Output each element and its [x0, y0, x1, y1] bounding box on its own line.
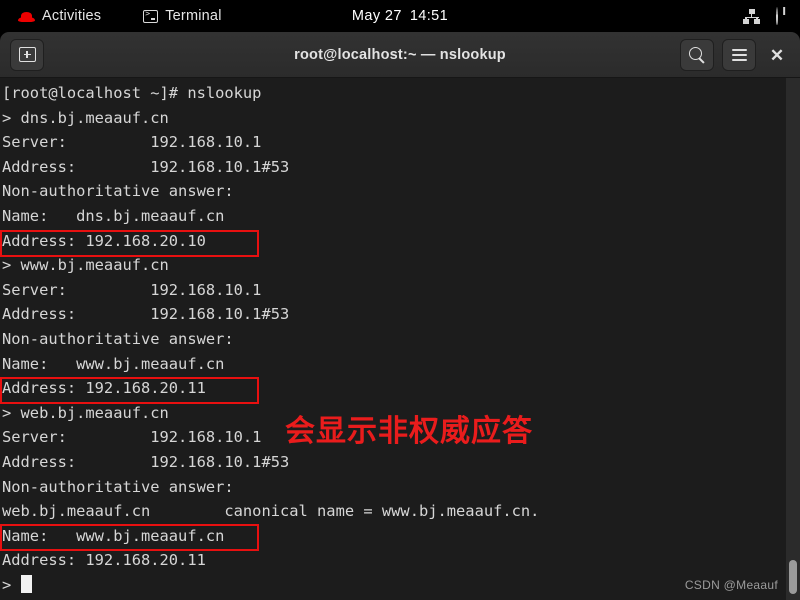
terminal-line: Address: 192.168.20.10 [2, 231, 206, 250]
terminal-line: Name: dns.bj.meaauf.cn [2, 206, 225, 225]
terminal-line: > www.bj.meaauf.cn [2, 256, 169, 275]
terminal-line: Address: 192.168.20.11 [2, 551, 206, 570]
terminal-line: Address: 192.168.10.1#53 [2, 157, 290, 176]
search-button[interactable] [680, 39, 714, 71]
terminal-line: Server: 192.168.10.1 [2, 133, 262, 152]
new-tab-icon [18, 47, 36, 62]
power-icon[interactable] [776, 7, 792, 25]
activities-label: Activities [42, 8, 102, 24]
terminal-screen[interactable]: [root@localhost ~]# nslookup > dns.bj.mea… [0, 78, 800, 600]
terminal-icon [143, 9, 159, 23]
terminal-line: Address: 192.168.20.11 [2, 379, 206, 398]
panel-status-area[interactable] [743, 0, 792, 32]
terminal-line: > dns.bj.meaauf.cn [2, 108, 169, 127]
terminal-output: [root@localhost ~]# nslookup > dns.bj.mea… [2, 81, 539, 597]
hamburger-menu-icon [731, 49, 747, 61]
annotation-note: 会显示非权威应答 [285, 414, 533, 449]
terminal-line: Non-authoritative answer: [2, 477, 234, 496]
close-icon: ✕ [769, 45, 785, 65]
new-tab-button[interactable] [10, 38, 44, 71]
redhat-logo-icon [18, 8, 35, 24]
watermark-text: CSDN @Meaauf [684, 578, 778, 592]
terminal-scrollbar[interactable] [786, 78, 800, 600]
terminal-line: Non-authoritative answer: [2, 329, 234, 348]
app-menu-label: Terminal [165, 8, 222, 24]
terminal-line: Non-authoritative answer: [2, 182, 234, 201]
clock-date: May 27 [351, 8, 402, 24]
titlebar-controls: ✕ [680, 32, 790, 78]
panel-clock[interactable]: May 27 14:51 [352, 8, 448, 24]
clock-time: 14:51 [409, 8, 449, 24]
terminal-line: Address: 192.168.10.1#53 [2, 452, 290, 471]
network-hierarchy-icon[interactable] [743, 8, 760, 24]
terminal-line: Name: www.bj.meaauf.cn [2, 354, 225, 373]
terminal-line: Name: www.bj.meaauf.cn [2, 526, 225, 545]
terminal-line: > [2, 573, 539, 598]
search-icon [688, 46, 706, 64]
terminal-window: root@localhost:~ — nslookup ✕ [root@loca… [0, 32, 800, 600]
activities-button[interactable]: Activities [8, 0, 111, 32]
window-titlebar[interactable]: root@localhost:~ — nslookup ✕ [0, 32, 800, 78]
terminal-line: [root@localhost ~]# nslookup [2, 84, 262, 102]
terminal-line: Server: 192.168.10.1 [2, 280, 262, 299]
close-window-button[interactable]: ✕ [764, 40, 790, 70]
app-menu-terminal[interactable]: Terminal [133, 0, 231, 32]
terminal-cursor [20, 574, 32, 593]
menu-button[interactable] [722, 39, 756, 71]
scrollbar-thumb[interactable] [789, 560, 797, 594]
terminal-line: Address: 192.168.10.1#53 [2, 305, 290, 324]
terminal-line: web.bj.meaauf.cn canonical name = www.bj… [2, 502, 540, 521]
gnome-top-panel: Activities Terminal May 27 14:51 [0, 0, 800, 32]
